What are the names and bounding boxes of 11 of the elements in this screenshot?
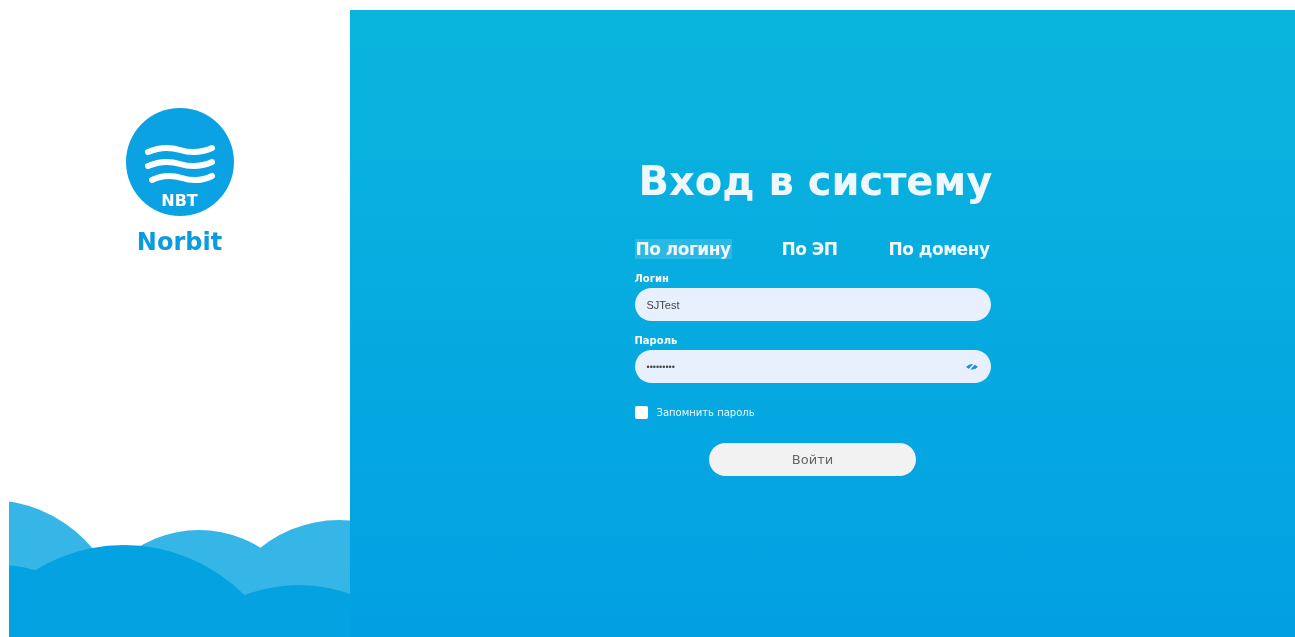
field-label: Логин <box>634 273 670 284</box>
hide-password-icon[interactable] <box>964 361 979 372</box>
field-label: Пароль <box>634 335 679 346</box>
login-button[interactable]: Войти <box>709 443 916 476</box>
remember-label: Запомнить пароль <box>656 407 755 418</box>
remember-checkbox[interactable] <box>634 406 648 419</box>
password-field[interactable]: ••••••••• <box>634 350 991 383</box>
brand-name: Norbit <box>136 228 223 256</box>
logo-badge-text: NBT <box>161 191 198 210</box>
page-title: Вход в систему <box>637 157 994 206</box>
login-field[interactable]: SJTest <box>634 288 991 321</box>
